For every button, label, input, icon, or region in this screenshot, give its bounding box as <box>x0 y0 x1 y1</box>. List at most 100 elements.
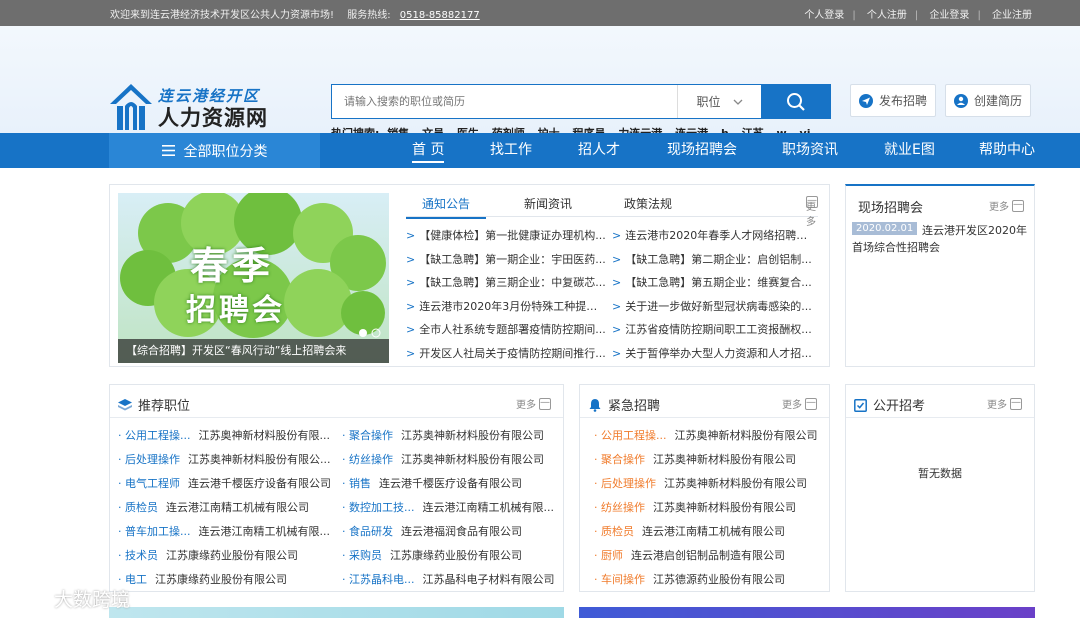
job-item[interactable]: · 质检员 连云港江南精工机械有限公司 <box>594 523 824 547</box>
user-icon <box>954 93 968 108</box>
news-list: > 【健康体检】第一批健康证办理机构... > 连云港市2020年春季人才网络招聘会… <box>406 227 818 368</box>
job-row: · 电气工程师 连云港千樱医疗设备有限公司 · 销售 连云港千樱医疗设备有限公司 <box>118 475 562 499</box>
bottom-banner-right[interactable] <box>579 607 1035 618</box>
chevron-down-icon <box>733 99 742 105</box>
news-item[interactable]: > 关于暂停举办大型人力资源和人才招... <box>612 345 818 369</box>
tab-news[interactable]: 新闻资讯 <box>524 195 572 212</box>
job-row: · 聚合操作 江苏奥神新材料股份有限公司 <box>594 451 824 475</box>
job-item[interactable]: · 车间操作 江苏德源药业股份有限公司 <box>594 571 824 595</box>
job-item[interactable]: · 江苏晶科电... 江苏晶科电子材料有限公司 <box>342 571 562 595</box>
job-item[interactable]: · 数控加工技... 连云港江南精工机械有限... <box>342 499 562 523</box>
create-resume-button[interactable]: 创建简历 <box>945 84 1032 117</box>
news-item[interactable]: > 开发区人社局关于疫情防控期间推行... <box>406 345 612 369</box>
job-row: · 质检员 连云港江南精工机械有限公司 <box>594 523 824 547</box>
job-item[interactable]: · 食品研发 连云港福润食品有限公司 <box>342 523 562 547</box>
recommended-jobs-header: 推荐职位 <box>118 395 190 414</box>
urgent-jobs-header: 紧急招聘 <box>588 395 660 414</box>
search-button[interactable] <box>761 85 830 118</box>
job-item[interactable]: · 质检员 连云港江南精工机械有限公司 <box>118 499 342 523</box>
search-type-select[interactable]: 职位 <box>677 85 761 118</box>
job-fair-panel: 现场招聘会 更多 — 连云港开发区2020年首场综合性招聘会 2020.02.01 <box>845 184 1035 367</box>
job-fair-date: 2020.02.01 <box>852 222 918 235</box>
tab-policies[interactable]: 政策法规 <box>624 195 672 212</box>
banner-title-2: 招聘会 <box>186 293 285 328</box>
job-item[interactable]: · 公用工程操... 江苏奥神新材料股份有限公司 <box>594 427 824 451</box>
nav-find-job[interactable]: 找工作 <box>490 133 532 168</box>
job-item[interactable]: · 普车加工操... 连云港江南精工机械有限... <box>118 523 342 547</box>
recommended-jobs-list: · 公用工程操... 江苏奥神新材料股份有限... · 聚合操作 江苏奥神新材料股份… <box>118 427 562 595</box>
job-item[interactable]: · 后处理操作 江苏奥神新材料股份有限公... <box>118 451 342 475</box>
company-login-link[interactable]: 企业登录 <box>929 10 969 21</box>
job-item[interactable]: · 销售 连云港千樱医疗设备有限公司 <box>342 475 562 499</box>
job-row: · 电工 江苏康缘药业股份有限公司 · 江苏晶科电... 江苏晶科电子材料有限公司 <box>118 571 562 595</box>
all-categories-button[interactable]: 全部职位分类 <box>109 133 320 168</box>
urgent-jobs-panel: 紧急招聘 更多 — · 公用工程操... 江苏奥神新材料股份有限公司 · 聚合操作江… <box>579 384 830 592</box>
job-row: · 厨师 连云港启创铝制品制造有限公司 <box>594 547 824 571</box>
search-icon <box>786 92 805 111</box>
banner-title-1: 春季 <box>190 244 275 288</box>
search-input[interactable] <box>332 85 677 118</box>
news-item[interactable]: > 连云港市2020年春季人才网络招聘会... <box>612 227 818 251</box>
more-icon: — <box>1012 198 1024 212</box>
nav-job-fair[interactable]: 现场招聘会 <box>667 133 737 168</box>
job-fair-more-link[interactable]: 更多 — <box>989 198 1024 213</box>
personal-register-link[interactable]: 个人注册 <box>867 10 907 21</box>
send-icon <box>859 93 873 108</box>
banner-news-panel: 春季 招聘会 【综合招聘】开发区“春风行动”线上招聘会来 通知公告 新闻资讯 政… <box>109 184 830 367</box>
news-item[interactable]: > 连云港市2020年3月份特殊工种提前... <box>406 298 612 322</box>
public-exam-title: 公开招考 <box>873 399 926 414</box>
news-tabs: 通知公告 新闻资讯 政策法规 更多 — <box>406 193 818 228</box>
job-item[interactable]: · 聚合操作 江苏奥神新材料股份有限公司 <box>342 427 562 451</box>
job-item[interactable]: · 厨师 连云港启创铝制品制造有限公司 <box>594 547 824 571</box>
create-resume-label: 创建简历 <box>974 94 1023 108</box>
job-item[interactable]: · 纺丝操作 江苏奥神新材料股份有限公司 <box>594 499 824 523</box>
news-item[interactable]: > 【缺工急聘】第三期企业：中复碳芯... <box>406 274 612 298</box>
clipboard-icon <box>854 398 867 412</box>
job-item[interactable]: · 聚合操作 江苏奥神新材料股份有限公司 <box>594 451 824 475</box>
nav-employment-map[interactable]: 就业E图 <box>884 133 935 168</box>
job-item[interactable]: · 纺丝操作 江苏奥神新材料股份有限公司 <box>342 451 562 475</box>
news-more-link[interactable]: 更多 — <box>806 196 818 228</box>
top-bar: 欢迎来到连云港经济技术开发区公共人力资源市场! 服务热线: 0518-85882… <box>0 0 1080 26</box>
job-row: · 公用工程操... 江苏奥神新材料股份有限公司 <box>594 427 824 451</box>
job-fair-title: 现场招聘会 <box>858 201 924 216</box>
news-item[interactable]: > 江苏省疫情防控期间职工工资报酬权... <box>612 321 818 345</box>
welcome-text: 欢迎来到连云港经济技术开发区公共人力资源市场! <box>110 9 335 21</box>
news-item[interactable]: > 【健康体检】第一批健康证办理机构... <box>406 227 612 251</box>
news-item[interactable]: > 关于进一步做好新型冠状病毒感染的... <box>612 298 818 322</box>
publish-job-label: 发布招聘 <box>879 94 928 108</box>
banner-slide[interactable]: 春季 招聘会 【综合招聘】开发区“春风行动”线上招聘会来 <box>118 193 389 363</box>
hotline-number[interactable]: 0518-85882177 <box>400 10 480 21</box>
more-icon: — <box>805 396 817 410</box>
site-logo[interactable]: 连云港经开区 人力资源网 <box>108 82 268 132</box>
bottom-banner-left[interactable] <box>109 607 564 618</box>
tab-notices[interactable]: 通知公告 <box>406 195 487 219</box>
menu-icon <box>161 145 175 156</box>
news-item[interactable]: > 【缺工急聘】第五期企业：维赛复合... <box>612 274 818 298</box>
job-item[interactable]: · 技术员 江苏康缘药业股份有限公司 <box>118 547 342 571</box>
personal-login-link[interactable]: 个人登录 <box>804 10 844 21</box>
urgent-more-link[interactable]: 更多 — <box>782 396 817 411</box>
news-item[interactable]: > 全市人社系统专题部署疫情防控期间... <box>406 321 612 345</box>
job-item[interactable]: · 后处理操作 江苏奥神新材料股份有限公司 <box>594 475 824 499</box>
banner-caption[interactable]: 【综合招聘】开发区“春风行动”线上招聘会来 <box>118 339 389 363</box>
job-item[interactable]: · 电气工程师 连云港千樱医疗设备有限公司 <box>118 475 342 499</box>
recommended-more-link[interactable]: 更多 — <box>516 396 551 411</box>
nav-home[interactable]: 首 页 <box>412 133 445 163</box>
job-item[interactable]: · 公用工程操... 江苏奥神新材料股份有限... <box>118 427 342 451</box>
search-type-value: 职位 <box>696 95 721 109</box>
search-bar: 职位 <box>331 84 831 119</box>
nav-career-news[interactable]: 职场资讯 <box>782 133 838 168</box>
company-register-link[interactable]: 企业注册 <box>992 10 1032 21</box>
layers-icon <box>118 398 132 410</box>
exam-more-link[interactable]: 更多 — <box>987 396 1022 411</box>
nav-find-talent[interactable]: 招人才 <box>578 133 620 168</box>
job-item[interactable]: · 电工 江苏康缘药业股份有限公司 <box>118 571 342 595</box>
nav-help-center[interactable]: 帮助中心 <box>979 133 1035 168</box>
news-item[interactable]: > 【缺工急聘】第二期企业：启创铝制... <box>612 251 818 275</box>
news-item[interactable]: > 【缺工急聘】第一期企业：宇田医药... <box>406 251 612 275</box>
job-row: · 普车加工操... 连云港江南精工机械有限... · 食品研发 连云港福润食品有限… <box>118 523 562 547</box>
publish-job-button[interactable]: 发布招聘 <box>850 84 937 117</box>
empty-state-text: 暂无数据 <box>918 467 962 480</box>
job-item[interactable]: · 采购员 江苏康缘药业股份有限公司 <box>342 547 562 571</box>
